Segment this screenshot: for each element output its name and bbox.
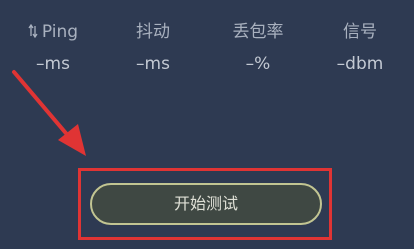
ping-label: Ping xyxy=(41,22,79,42)
jitter-value: –ms xyxy=(136,54,170,74)
signal-label: 信号 xyxy=(343,22,377,42)
jitter-stat: 抖动 –ms xyxy=(108,22,198,74)
start-test-button[interactable]: 开始测试 xyxy=(90,183,322,225)
packet-loss-value: –% xyxy=(245,54,271,74)
updown-arrows-icon xyxy=(28,24,38,38)
packet-loss-stat: 丢包率 –% xyxy=(213,22,303,74)
ping-value: –ms xyxy=(36,54,70,74)
ping-label-row: Ping xyxy=(8,22,98,42)
ping-stat: Ping –ms xyxy=(8,22,98,74)
signal-value: –dbm xyxy=(336,54,384,74)
signal-stat: 信号 –dbm xyxy=(315,22,405,74)
jitter-label: 抖动 xyxy=(136,22,170,42)
packet-loss-label: 丢包率 xyxy=(232,22,284,42)
